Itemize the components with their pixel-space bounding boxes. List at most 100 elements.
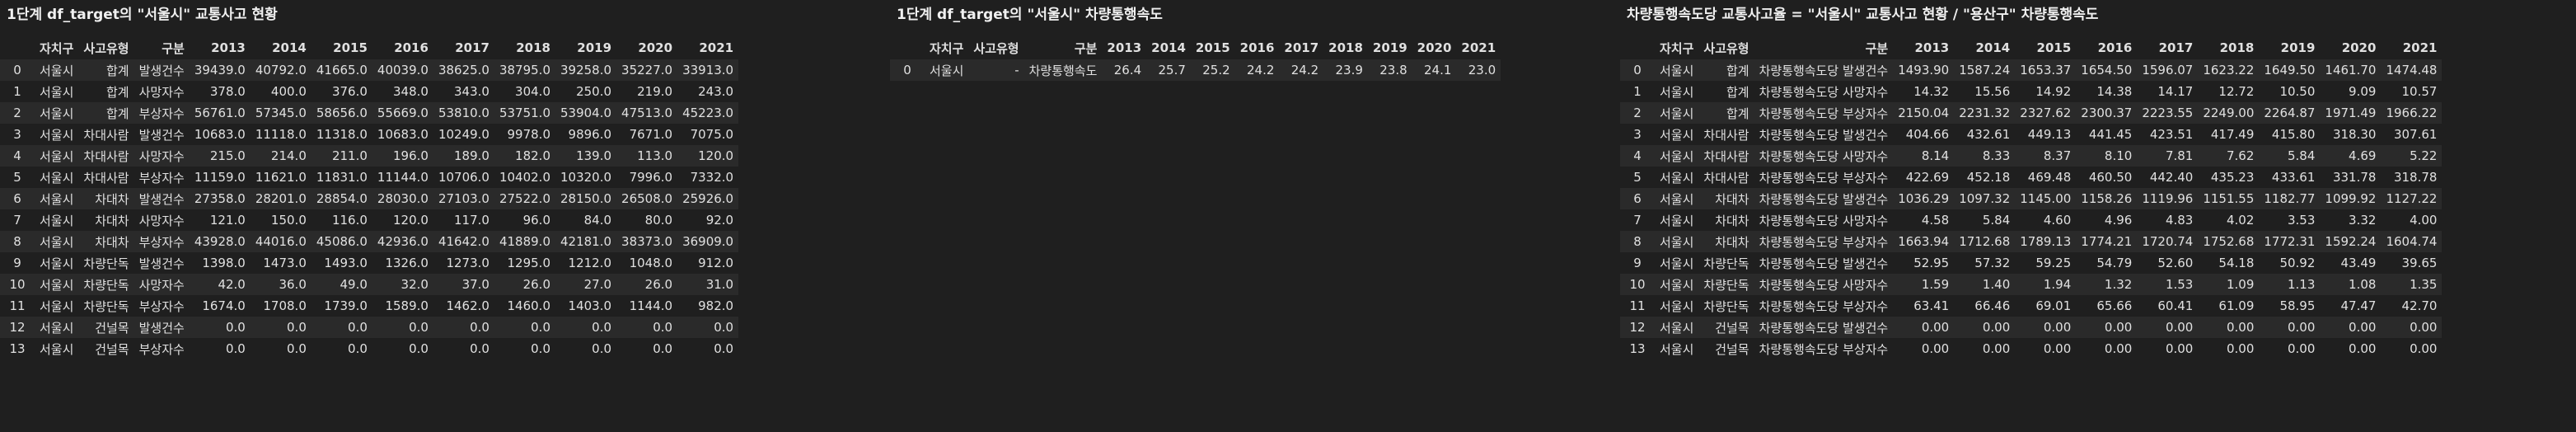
table-cell: 44016.0 [255, 234, 307, 249]
table-row: 0 서울시 - 차량통행속도 26.4 25.7 25.2 24.2 24.2 23.9 23.8 2… [890, 59, 1501, 81]
table-cell: 0.00 [2288, 341, 2316, 356]
table-cell: 차대차 [1715, 213, 1749, 228]
table-cell: 7332.0 [690, 170, 734, 185]
column-header: 2017 [455, 40, 489, 55]
table-cell: 343.0 [454, 84, 489, 99]
column-header: 2014 [1975, 40, 2011, 55]
table-cell: 28030.0 [377, 191, 429, 206]
table-cell: 25.7 [1158, 63, 1186, 77]
table-cell: 63.41 [1913, 298, 1950, 313]
table-cell: 2264.87 [2264, 106, 2316, 120]
table-cell: 53810.0 [438, 106, 489, 120]
table-cell: 서울시 [40, 298, 74, 314]
table-cell: 부상자수 [138, 234, 185, 250]
table-cell: 0.00 [2410, 320, 2438, 335]
table-cell: 36909.0 [682, 234, 734, 249]
table-cell: 5.84 [2288, 148, 2316, 163]
table-cell: 0.0 [653, 320, 673, 335]
table-cell: 4.60 [2043, 213, 2072, 228]
table-row: 2 서울시 합계 부상자수 56761.0 57345.0 58656.0 55669.0 53… [0, 102, 739, 124]
table-cell: 차량통행속도당 부상자수 [1759, 298, 1889, 314]
table-cell: 발생건수 [138, 320, 185, 336]
row-index: 8 [13, 234, 21, 249]
table-cell: 0.00 [1921, 341, 1950, 356]
table-cell: 사망자수 [138, 148, 185, 164]
table-cell: 2231.32 [1959, 106, 2011, 120]
table-cell: 1036.29 [1898, 191, 1950, 206]
panel-title: 1단계 df_target의 "서울시" 차량통행속도 [897, 7, 1163, 23]
table-cell: 0.0 [592, 320, 612, 335]
table-cell: 0.0 [653, 341, 673, 356]
table-cell: 318.30 [2332, 127, 2377, 142]
table-cell: 31.0 [705, 277, 734, 292]
table-cell: 1653.37 [2020, 63, 2072, 77]
table-cell: 1474.48 [2386, 63, 2438, 77]
table-cell: 11318.0 [316, 127, 368, 142]
table-cell: 28201.0 [255, 191, 307, 206]
table-cell: 150.0 [270, 213, 307, 228]
table-cell: 92.0 [705, 213, 734, 228]
table-cell: 0.0 [225, 341, 246, 356]
table-cell: 57345.0 [255, 106, 307, 120]
table-cell: 1592.24 [2325, 234, 2377, 249]
table-cell: 4.00 [2410, 213, 2438, 228]
table-row: 0 서울시 합계 발생건수 39439.0 40792.0 41665.0 40039.0 38… [0, 59, 739, 81]
row-index: 6 [13, 191, 21, 206]
table-cell: 41642.0 [438, 234, 489, 249]
table-cell: 404.66 [1905, 127, 1950, 142]
table-cell: 발생건수 [138, 127, 185, 143]
speed-table: 자치구 사고유형 구분 2013 2014 2015 2016 2017 2018 2019 202… [890, 30, 1501, 81]
column-header: 2021 [1461, 40, 1496, 55]
table-cell: 24.1 [1424, 63, 1452, 77]
column-header: 2013 [211, 40, 246, 55]
column-header: 2018 [516, 40, 550, 55]
panel-title: 1단계 df_target의 "서울시" 교통사고 현황 [7, 7, 278, 23]
column-header: 구분 [1074, 40, 1098, 56]
table-cell: 차량통행속도 [1028, 63, 1098, 78]
table-cell: 26.0 [644, 277, 673, 292]
table-cell: 69.01 [2035, 298, 2072, 313]
row-index: 5 [13, 170, 21, 185]
table-cell: 3.32 [2349, 213, 2377, 228]
table-cell: 0.0 [287, 320, 307, 335]
table-cell: 서울시 [40, 106, 74, 121]
table-cell: 1674.0 [202, 298, 246, 313]
row-index: 11 [9, 298, 26, 313]
table-cell: 차량통행속도당 발생건수 [1759, 256, 1889, 271]
table-cell: 1326.0 [385, 256, 429, 270]
row-index: 3 [13, 127, 21, 142]
table-cell: 1663.94 [1898, 234, 1950, 249]
table-cell: 10683.0 [377, 127, 429, 142]
table-cell: 415.80 [2271, 127, 2316, 142]
row-index: 9 [1633, 256, 1642, 270]
table-cell: 0.0 [714, 320, 734, 335]
table-cell: 11621.0 [255, 170, 307, 185]
table-cell: 84.0 [583, 213, 612, 228]
table-cell: 196.0 [392, 148, 429, 163]
table-cell: 서울시 [1660, 191, 1694, 207]
column-header: 구분 [162, 40, 185, 56]
table-cell: 차대사람 [83, 170, 129, 185]
table-cell: 건널목 [95, 341, 129, 357]
table-cell: 52.60 [2157, 256, 2194, 270]
table-cell: 4.58 [1921, 213, 1950, 228]
table-cell: 차대사람 [83, 148, 129, 164]
table-cell: 5.84 [1982, 213, 2011, 228]
table-cell: 0.00 [2410, 341, 2438, 356]
table-cell: 304.0 [515, 84, 550, 99]
table-cell: 1752.68 [2203, 234, 2255, 249]
table-cell: 건널목 [95, 320, 129, 336]
table-cell: 발생건수 [138, 63, 185, 78]
panel-accident-rate: 차량통행속도당 교통사고율 = "서울시" 교통사고 현황 / "용산구" 차량… [1620, 0, 2576, 359]
index-header [890, 30, 925, 59]
column-header: 2013 [1107, 40, 1142, 55]
table-cell: 서울시 [1660, 320, 1694, 336]
table-cell: 25926.0 [682, 191, 734, 206]
table-cell: - [1014, 63, 1019, 77]
table-cell: 27103.0 [438, 191, 489, 206]
table-cell: 8.10 [2104, 148, 2133, 163]
table-cell: 58656.0 [316, 106, 368, 120]
table-cell: 1127.22 [2386, 191, 2438, 206]
table-cell: 54.18 [2218, 256, 2255, 270]
table-cell: 1119.96 [2142, 191, 2194, 206]
